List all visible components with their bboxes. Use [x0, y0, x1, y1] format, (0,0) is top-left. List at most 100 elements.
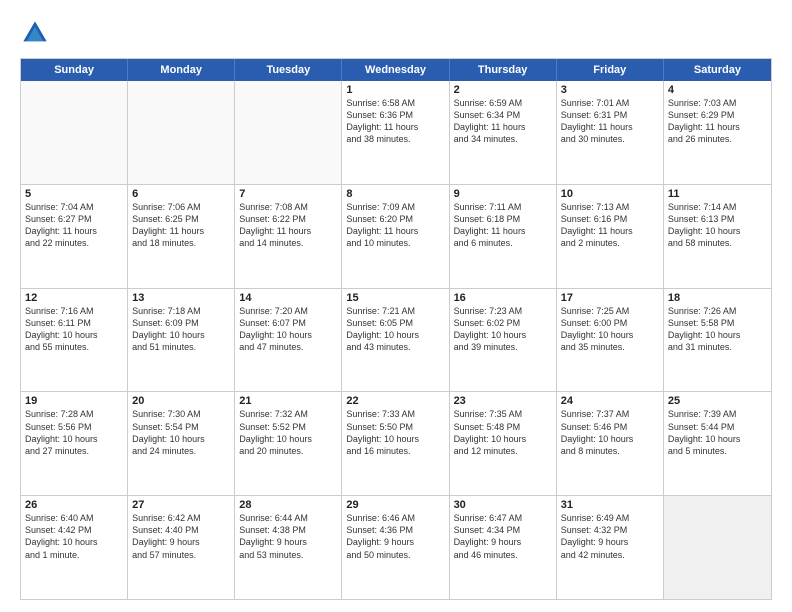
calendar-cell: [664, 496, 771, 599]
cell-info: Sunrise: 7:04 AM Sunset: 6:27 PM Dayligh…: [25, 201, 123, 250]
day-number: 22: [346, 395, 444, 407]
day-number: 15: [346, 292, 444, 304]
day-number: 29: [346, 499, 444, 511]
cell-info: Sunrise: 6:46 AM Sunset: 4:36 PM Dayligh…: [346, 512, 444, 561]
calendar-cell: 29Sunrise: 6:46 AM Sunset: 4:36 PM Dayli…: [342, 496, 449, 599]
day-number: 21: [239, 395, 337, 407]
day-number: 25: [668, 395, 767, 407]
cell-info: Sunrise: 7:21 AM Sunset: 6:05 PM Dayligh…: [346, 305, 444, 354]
cell-info: Sunrise: 6:44 AM Sunset: 4:38 PM Dayligh…: [239, 512, 337, 561]
calendar-cell: 4Sunrise: 7:03 AM Sunset: 6:29 PM Daylig…: [664, 81, 771, 184]
calendar-cell: 26Sunrise: 6:40 AM Sunset: 4:42 PM Dayli…: [21, 496, 128, 599]
day-number: 12: [25, 292, 123, 304]
day-number: 1: [346, 84, 444, 96]
calendar-header: SundayMondayTuesdayWednesdayThursdayFrid…: [21, 59, 771, 81]
calendar-cell: 31Sunrise: 6:49 AM Sunset: 4:32 PM Dayli…: [557, 496, 664, 599]
cell-info: Sunrise: 7:06 AM Sunset: 6:25 PM Dayligh…: [132, 201, 230, 250]
day-number: 27: [132, 499, 230, 511]
weekday-header: Tuesday: [235, 59, 342, 81]
weekday-header: Friday: [557, 59, 664, 81]
calendar-cell: 16Sunrise: 7:23 AM Sunset: 6:02 PM Dayli…: [450, 289, 557, 392]
calendar-body: 1Sunrise: 6:58 AM Sunset: 6:36 PM Daylig…: [21, 81, 771, 599]
calendar-cell: 30Sunrise: 6:47 AM Sunset: 4:34 PM Dayli…: [450, 496, 557, 599]
day-number: 4: [668, 84, 767, 96]
header: [20, 18, 772, 48]
calendar-cell: 22Sunrise: 7:33 AM Sunset: 5:50 PM Dayli…: [342, 392, 449, 495]
calendar-cell: 19Sunrise: 7:28 AM Sunset: 5:56 PM Dayli…: [21, 392, 128, 495]
cell-info: Sunrise: 7:35 AM Sunset: 5:48 PM Dayligh…: [454, 408, 552, 457]
weekday-header: Monday: [128, 59, 235, 81]
cell-info: Sunrise: 7:23 AM Sunset: 6:02 PM Dayligh…: [454, 305, 552, 354]
page: SundayMondayTuesdayWednesdayThursdayFrid…: [0, 0, 792, 612]
calendar-cell: 7Sunrise: 7:08 AM Sunset: 6:22 PM Daylig…: [235, 185, 342, 288]
calendar-cell: [235, 81, 342, 184]
calendar-cell: 24Sunrise: 7:37 AM Sunset: 5:46 PM Dayli…: [557, 392, 664, 495]
day-number: 8: [346, 188, 444, 200]
calendar-cell: 14Sunrise: 7:20 AM Sunset: 6:07 PM Dayli…: [235, 289, 342, 392]
day-number: 10: [561, 188, 659, 200]
cell-info: Sunrise: 7:18 AM Sunset: 6:09 PM Dayligh…: [132, 305, 230, 354]
calendar-cell: 20Sunrise: 7:30 AM Sunset: 5:54 PM Dayli…: [128, 392, 235, 495]
calendar-cell: 28Sunrise: 6:44 AM Sunset: 4:38 PM Dayli…: [235, 496, 342, 599]
day-number: 9: [454, 188, 552, 200]
calendar-cell: 18Sunrise: 7:26 AM Sunset: 5:58 PM Dayli…: [664, 289, 771, 392]
day-number: 11: [668, 188, 767, 200]
calendar-cell: 9Sunrise: 7:11 AM Sunset: 6:18 PM Daylig…: [450, 185, 557, 288]
day-number: 16: [454, 292, 552, 304]
cell-info: Sunrise: 7:08 AM Sunset: 6:22 PM Dayligh…: [239, 201, 337, 250]
day-number: 19: [25, 395, 123, 407]
cell-info: Sunrise: 6:47 AM Sunset: 4:34 PM Dayligh…: [454, 512, 552, 561]
calendar-cell: 17Sunrise: 7:25 AM Sunset: 6:00 PM Dayli…: [557, 289, 664, 392]
calendar-cell: [21, 81, 128, 184]
cell-info: Sunrise: 7:16 AM Sunset: 6:11 PM Dayligh…: [25, 305, 123, 354]
day-number: 7: [239, 188, 337, 200]
day-number: 2: [454, 84, 552, 96]
day-number: 14: [239, 292, 337, 304]
day-number: 28: [239, 499, 337, 511]
day-number: 23: [454, 395, 552, 407]
calendar-cell: 23Sunrise: 7:35 AM Sunset: 5:48 PM Dayli…: [450, 392, 557, 495]
calendar-row: 5Sunrise: 7:04 AM Sunset: 6:27 PM Daylig…: [21, 185, 771, 289]
calendar-cell: 5Sunrise: 7:04 AM Sunset: 6:27 PM Daylig…: [21, 185, 128, 288]
cell-info: Sunrise: 6:59 AM Sunset: 6:34 PM Dayligh…: [454, 97, 552, 146]
cell-info: Sunrise: 7:37 AM Sunset: 5:46 PM Dayligh…: [561, 408, 659, 457]
calendar-cell: 10Sunrise: 7:13 AM Sunset: 6:16 PM Dayli…: [557, 185, 664, 288]
day-number: 5: [25, 188, 123, 200]
cell-info: Sunrise: 7:26 AM Sunset: 5:58 PM Dayligh…: [668, 305, 767, 354]
cell-info: Sunrise: 7:20 AM Sunset: 6:07 PM Dayligh…: [239, 305, 337, 354]
calendar-cell: 3Sunrise: 7:01 AM Sunset: 6:31 PM Daylig…: [557, 81, 664, 184]
day-number: 20: [132, 395, 230, 407]
calendar-row: 26Sunrise: 6:40 AM Sunset: 4:42 PM Dayli…: [21, 496, 771, 599]
cell-info: Sunrise: 7:14 AM Sunset: 6:13 PM Dayligh…: [668, 201, 767, 250]
day-number: 26: [25, 499, 123, 511]
calendar-cell: 6Sunrise: 7:06 AM Sunset: 6:25 PM Daylig…: [128, 185, 235, 288]
day-number: 3: [561, 84, 659, 96]
cell-info: Sunrise: 7:01 AM Sunset: 6:31 PM Dayligh…: [561, 97, 659, 146]
cell-info: Sunrise: 7:39 AM Sunset: 5:44 PM Dayligh…: [668, 408, 767, 457]
calendar: SundayMondayTuesdayWednesdayThursdayFrid…: [20, 58, 772, 600]
calendar-cell: [128, 81, 235, 184]
calendar-cell: 12Sunrise: 7:16 AM Sunset: 6:11 PM Dayli…: [21, 289, 128, 392]
logo-icon: [20, 18, 50, 48]
calendar-cell: 27Sunrise: 6:42 AM Sunset: 4:40 PM Dayli…: [128, 496, 235, 599]
weekday-header: Wednesday: [342, 59, 449, 81]
cell-info: Sunrise: 6:58 AM Sunset: 6:36 PM Dayligh…: [346, 97, 444, 146]
day-number: 31: [561, 499, 659, 511]
calendar-cell: 13Sunrise: 7:18 AM Sunset: 6:09 PM Dayli…: [128, 289, 235, 392]
calendar-row: 1Sunrise: 6:58 AM Sunset: 6:36 PM Daylig…: [21, 81, 771, 185]
day-number: 6: [132, 188, 230, 200]
cell-info: Sunrise: 7:28 AM Sunset: 5:56 PM Dayligh…: [25, 408, 123, 457]
cell-info: Sunrise: 7:03 AM Sunset: 6:29 PM Dayligh…: [668, 97, 767, 146]
cell-info: Sunrise: 7:32 AM Sunset: 5:52 PM Dayligh…: [239, 408, 337, 457]
cell-info: Sunrise: 7:25 AM Sunset: 6:00 PM Dayligh…: [561, 305, 659, 354]
calendar-cell: 2Sunrise: 6:59 AM Sunset: 6:34 PM Daylig…: [450, 81, 557, 184]
cell-info: Sunrise: 6:49 AM Sunset: 4:32 PM Dayligh…: [561, 512, 659, 561]
day-number: 24: [561, 395, 659, 407]
day-number: 30: [454, 499, 552, 511]
cell-info: Sunrise: 6:42 AM Sunset: 4:40 PM Dayligh…: [132, 512, 230, 561]
calendar-cell: 21Sunrise: 7:32 AM Sunset: 5:52 PM Dayli…: [235, 392, 342, 495]
calendar-row: 19Sunrise: 7:28 AM Sunset: 5:56 PM Dayli…: [21, 392, 771, 496]
cell-info: Sunrise: 7:30 AM Sunset: 5:54 PM Dayligh…: [132, 408, 230, 457]
calendar-cell: 15Sunrise: 7:21 AM Sunset: 6:05 PM Dayli…: [342, 289, 449, 392]
calendar-cell: 11Sunrise: 7:14 AM Sunset: 6:13 PM Dayli…: [664, 185, 771, 288]
